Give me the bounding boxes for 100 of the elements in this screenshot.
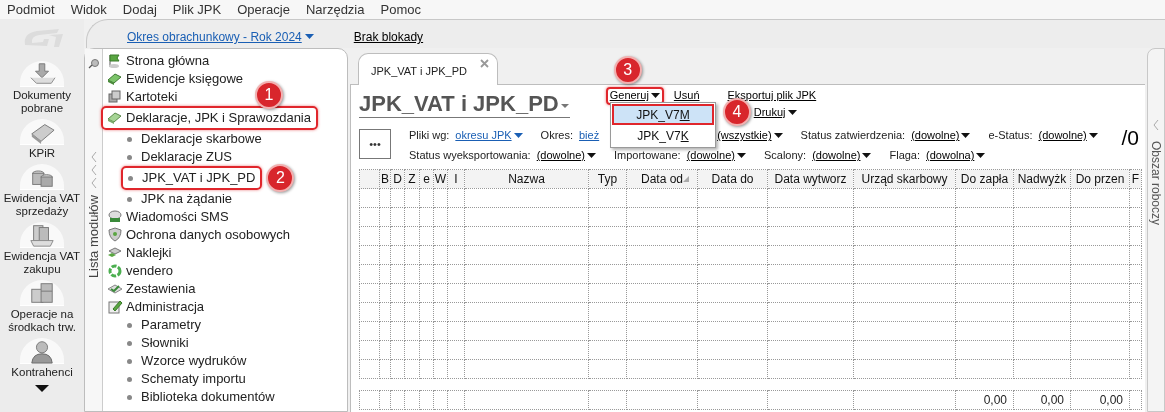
bullet-icon bbox=[127, 358, 132, 364]
tree-item[interactable]: Kartoteki bbox=[126, 87, 178, 107]
book-icon bbox=[107, 71, 123, 87]
column-header[interactable]: Data od bbox=[626, 169, 698, 189]
record-count: /0 bbox=[1121, 127, 1139, 148]
total-cell: 0,00 bbox=[1013, 390, 1071, 410]
tree-item[interactable]: Administracja bbox=[126, 297, 205, 317]
caret-down-icon[interactable] bbox=[513, 132, 523, 139]
bullet-icon bbox=[127, 196, 132, 202]
filter-dropdown[interactable]: (dowolne) bbox=[1038, 127, 1098, 144]
bullet-icon bbox=[127, 136, 132, 142]
ring-icon bbox=[107, 263, 123, 279]
tree-item[interactable]: Parametry bbox=[141, 315, 201, 335]
tab[interactable]: JPK_VAT i JPK_PD bbox=[358, 53, 498, 85]
column-header[interactable]: Do przen bbox=[1070, 169, 1130, 189]
filter-dropdown[interactable]: (wszystkie) bbox=[717, 127, 783, 144]
folders-icon[interactable] bbox=[28, 222, 56, 248]
filter-label: Importowane: bbox=[614, 148, 681, 164]
total-cell: 0,00 bbox=[955, 390, 1014, 410]
module-shortcut[interactable]: Kontrahenci bbox=[1, 366, 83, 379]
close-icon[interactable] bbox=[480, 59, 489, 68]
caret-down-icon[interactable] bbox=[650, 92, 660, 99]
shield-icon bbox=[107, 227, 123, 243]
menu-item[interactable]: JPK_V7K bbox=[612, 125, 714, 146]
filter-label: Okres: bbox=[540, 128, 573, 144]
caret-down-icon[interactable] bbox=[773, 132, 783, 139]
callout-badge: 2 bbox=[266, 164, 295, 192]
lock-status-link[interactable]: Brak blokady bbox=[353, 28, 424, 46]
module-shortcut[interactable]: KPiR bbox=[1, 147, 83, 160]
menu-item[interactable]: Dodaj bbox=[122, 0, 157, 20]
filter-label: Scalony: bbox=[763, 148, 807, 164]
period-link[interactable]: Okres obrachunkowy - Rok 2024 bbox=[127, 28, 314, 46]
bullet-icon bbox=[127, 322, 132, 328]
tree-item[interactable]: vendero bbox=[126, 261, 173, 281]
module-shortcut[interactable]: Ewidencja VAT zakupu bbox=[1, 250, 83, 276]
filter-dropdown[interactable]: (dowolne) bbox=[536, 147, 596, 164]
caret-down-icon[interactable] bbox=[587, 152, 596, 159]
tree-item[interactable]: Strona główna bbox=[126, 51, 210, 71]
tree-item[interactable]: Wzorce wydruków bbox=[141, 351, 247, 371]
tree-item[interactable]: Ochrona danych osobowych bbox=[126, 225, 291, 245]
column-header[interactable]: I bbox=[447, 169, 465, 189]
menu-item[interactable]: Widok bbox=[70, 0, 107, 20]
menu-item[interactable]: Podmiot bbox=[7, 0, 55, 20]
action-link[interactable]: Drukuj bbox=[753, 104, 797, 121]
menu-item[interactable]: Narzędzia bbox=[305, 0, 365, 20]
tree-item[interactable]: Naklejki bbox=[126, 243, 172, 263]
column-header[interactable]: Typ bbox=[588, 169, 627, 189]
caret-down-icon[interactable] bbox=[976, 152, 986, 159]
tree-item[interactable]: Deklaracje skarbowe bbox=[141, 129, 262, 149]
menu-item[interactable]: Operacje bbox=[237, 0, 290, 20]
flag-icon bbox=[107, 53, 123, 69]
tree-item[interactable]: Deklaracje ZUS bbox=[141, 147, 233, 167]
total-cell: 0,00 bbox=[1070, 390, 1130, 410]
caret-down-icon[interactable] bbox=[961, 132, 971, 139]
filter-dropdown[interactable]: (dowolne) bbox=[812, 147, 872, 164]
column-header[interactable]: Data wytworz bbox=[767, 169, 854, 189]
module-shortcut[interactable]: Ewidencja VAT sprzedaży bbox=[1, 192, 83, 218]
tree-item[interactable]: Biblioteka dokumentów bbox=[141, 387, 275, 407]
column-header[interactable]: F bbox=[1129, 169, 1142, 189]
column-header[interactable]: Nadwyżk bbox=[1013, 169, 1071, 189]
callout-badge: 3 bbox=[613, 55, 642, 84]
caret-down-icon[interactable] bbox=[787, 109, 797, 116]
filter-dropdown[interactable]: (dowolne) bbox=[686, 147, 746, 164]
person-icon[interactable] bbox=[28, 338, 56, 364]
column-header[interactable]: Data do bbox=[697, 169, 768, 189]
column-header[interactable]: Z bbox=[404, 169, 420, 189]
column-header[interactable]: Nazwa bbox=[464, 169, 589, 189]
column-header[interactable]: Do zapła bbox=[955, 169, 1014, 189]
tree-item[interactable]: Schematy importu bbox=[141, 369, 246, 389]
caret-down-icon[interactable] bbox=[35, 385, 49, 392]
column-header[interactable]: e bbox=[419, 169, 434, 189]
page-title[interactable]: JPK_VAT i JPK_PD bbox=[359, 93, 559, 115]
column-header[interactable]: B bbox=[379, 169, 391, 189]
tree-item[interactable]: Wiadomości SMS bbox=[126, 207, 229, 227]
tree-item[interactable]: Słowniki bbox=[141, 333, 189, 353]
module-shortcut[interactable]: Operacje na środkach trw. bbox=[1, 308, 83, 334]
caret-down-icon[interactable] bbox=[1088, 132, 1098, 139]
filter-label: Status wyeksportowania: bbox=[409, 148, 531, 164]
caret-down-icon[interactable] bbox=[862, 152, 872, 159]
column-header[interactable]: W bbox=[433, 169, 448, 189]
bullet-icon bbox=[128, 175, 133, 181]
filter-dropdown[interactable]: bież bbox=[579, 127, 600, 144]
filter-dropdown[interactable]: (dowolna) bbox=[926, 147, 986, 164]
tree-item[interactable]: JPK na żądanie bbox=[141, 189, 233, 209]
tree-item[interactable]: Zestawienia bbox=[126, 279, 196, 299]
tree-item[interactable]: Ewidencje księgowe bbox=[126, 69, 244, 89]
module-shortcut[interactable]: Dokumenty pobrane bbox=[1, 89, 83, 115]
bullet-icon bbox=[127, 340, 132, 346]
column-header[interactable]: Urząd skarbowy bbox=[853, 169, 956, 189]
menu-item[interactable]: Pomoc bbox=[380, 0, 421, 20]
bullet-icon bbox=[127, 376, 132, 382]
column-header[interactable]: D bbox=[390, 169, 405, 189]
bullet-icon bbox=[127, 154, 132, 160]
filter-dropdown[interactable]: (dowolne) bbox=[911, 127, 971, 144]
more-button[interactable]: ••• bbox=[359, 129, 391, 159]
caret-down-icon[interactable] bbox=[736, 152, 746, 159]
download-tray-icon[interactable] bbox=[28, 61, 56, 87]
bullet-icon bbox=[127, 394, 132, 400]
filter-dropdown[interactable]: okresu JPK bbox=[455, 127, 523, 144]
menu-item[interactable]: Plik JPK bbox=[172, 0, 222, 20]
